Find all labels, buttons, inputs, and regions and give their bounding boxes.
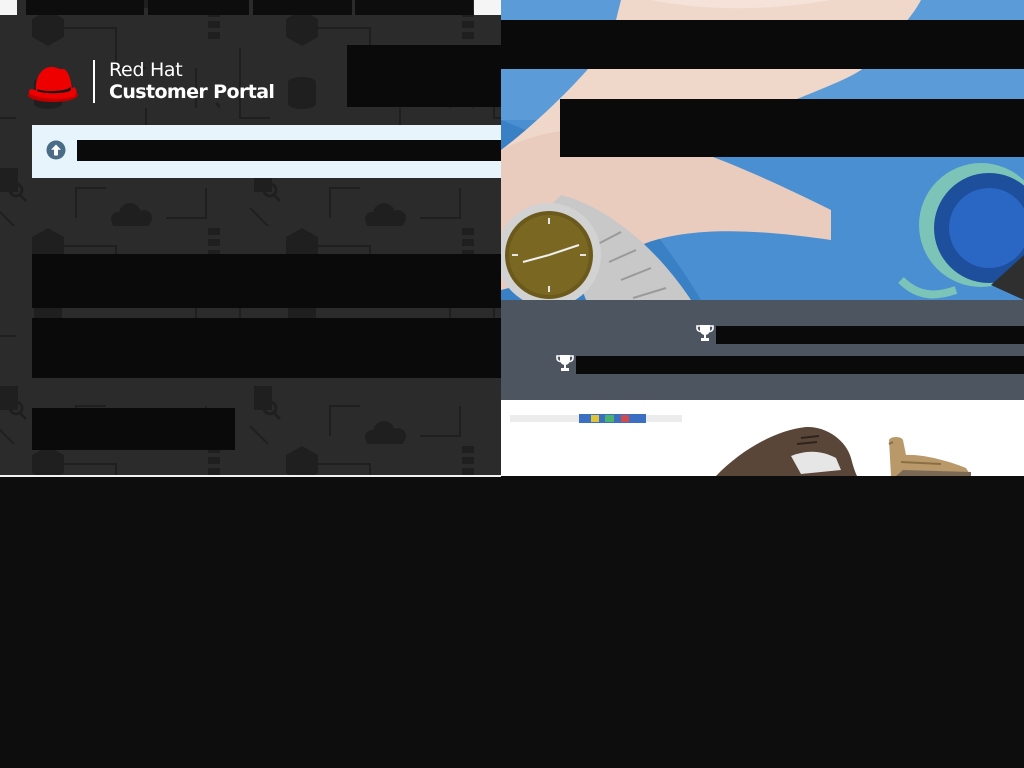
hero-image: [501, 0, 1024, 300]
nav-item-3[interactable]: [253, 0, 352, 15]
logo-divider: [93, 60, 95, 103]
portal-hero-panel: Red Hat Customer Portal: [0, 0, 501, 477]
header-action-redacted[interactable]: [347, 45, 501, 107]
nav-item-2[interactable]: [148, 0, 249, 15]
trophy-icon: [556, 355, 574, 371]
hero-subheading-redacted: [560, 99, 1024, 157]
screen: Red Hat Customer Portal: [0, 0, 1024, 768]
stat-line-2-redacted: [576, 356, 1024, 374]
page-heading-redacted: [32, 254, 501, 308]
stat-line-1-redacted: [716, 326, 1024, 344]
nav-spacer: [474, 0, 501, 15]
brand-name-line2: Customer Portal: [109, 81, 275, 103]
nav-spacer: [0, 0, 17, 15]
trophy-icon: [696, 325, 714, 341]
red-hat-customer-portal-logo[interactable]: Red Hat Customer Portal: [26, 58, 276, 106]
nav-item-4[interactable]: [355, 0, 473, 15]
hero-heading-redacted: [501, 20, 1024, 69]
stats-band: [501, 300, 1024, 400]
panel-bottom-border: [0, 475, 501, 477]
shoes-photo: [501, 400, 1024, 476]
red-hat-fedora-icon: [28, 66, 78, 102]
page-description-redacted: [32, 318, 501, 378]
arrow-up-circle-icon: [46, 140, 66, 160]
primary-button-redacted[interactable]: [32, 408, 235, 450]
product-strip: [501, 400, 1024, 476]
nav-item-1[interactable]: [26, 0, 144, 15]
brand-name-line1: Red Hat: [109, 59, 183, 81]
top-navigation: [0, 0, 501, 16]
notice-text-redacted: [77, 140, 501, 161]
